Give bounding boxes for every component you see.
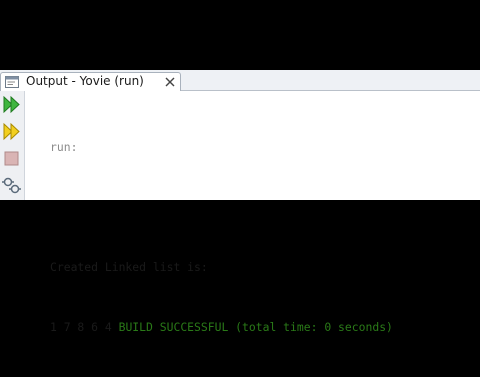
output-heading: Created Linked list is: <box>50 260 208 274</box>
tab-output[interactable]: Output - Yovie (run) <box>0 72 181 91</box>
run-label: run: <box>50 140 78 154</box>
settings-icon[interactable] <box>1 175 22 196</box>
tab-title: Output - Yovie (run) <box>26 74 144 88</box>
output-toolbar <box>0 91 25 200</box>
build-status: BUILD SUCCESSFUL (total time: 0 seconds) <box>118 320 393 334</box>
output-values: 1 7 8 6 4 <box>50 320 112 334</box>
stop-icon[interactable] <box>1 148 22 169</box>
tab-bar: Output - Yovie (run) <box>0 70 480 91</box>
rerun-with-options-icon[interactable] <box>1 121 22 142</box>
close-icon[interactable] <box>164 76 176 88</box>
output-window: Output - Yovie (run) run: Created Linked… <box>0 70 480 334</box>
output-result-line: 1 7 8 6 4 BUILD SUCCESSFUL (total time: … <box>50 317 470 337</box>
rerun-icon[interactable] <box>1 94 22 115</box>
output-window-icon <box>5 76 19 88</box>
output-console[interactable]: run: Created Linked list is: 1 7 8 6 4 B… <box>50 97 470 377</box>
